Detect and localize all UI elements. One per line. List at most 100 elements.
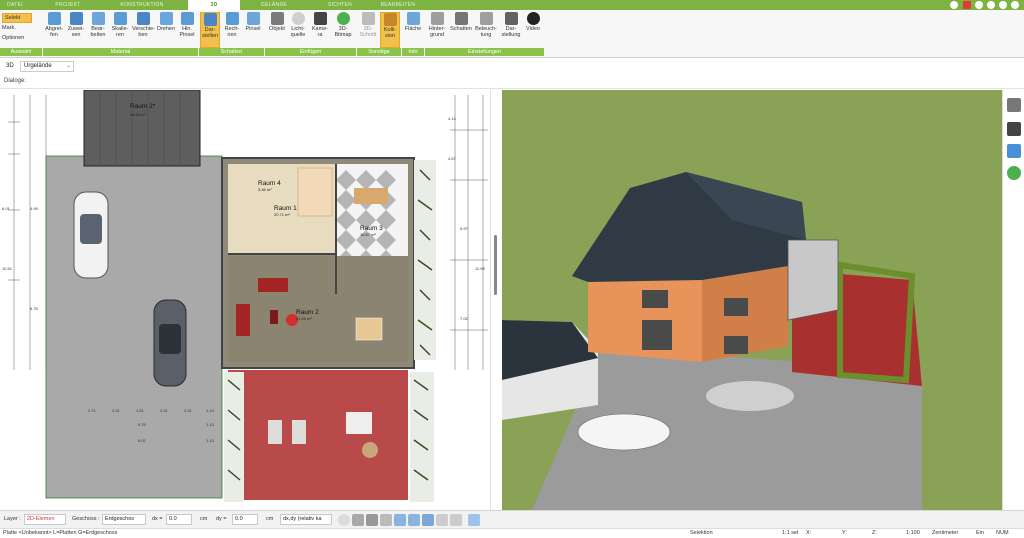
brush-button[interactable]: Hin. Pinsel bbox=[178, 12, 196, 48]
select-button[interactable]: Selekt bbox=[2, 13, 32, 23]
floor-plan-view[interactable]: Raum 2* 26.60 m² Raum 4 3.46 m² Raum 1 2… bbox=[0, 90, 500, 510]
settings-icon[interactable] bbox=[975, 1, 983, 9]
plan-scrollbar[interactable] bbox=[490, 90, 500, 510]
svg-text:4.99: 4.99 bbox=[30, 206, 39, 211]
z-coord-label: Z: bbox=[872, 530, 877, 536]
area-info-button[interactable]: Fläche bbox=[403, 12, 423, 48]
svg-text:2.01: 2.01 bbox=[184, 408, 193, 413]
rotate-material-button[interactable]: Drehen bbox=[156, 12, 176, 48]
chair-icon[interactable] bbox=[1007, 122, 1021, 136]
section-button[interactable]: 3D- Schnitt bbox=[358, 12, 378, 48]
table-icon[interactable] bbox=[436, 514, 448, 526]
pick-material-button[interactable]: Abgrei- fen bbox=[44, 12, 64, 48]
clock-icon[interactable] bbox=[338, 514, 350, 526]
move-material-button[interactable]: Verschie- ben bbox=[132, 12, 155, 48]
dx-input[interactable]: 0.0 bbox=[166, 514, 192, 525]
point-snap-icon[interactable] bbox=[422, 514, 434, 526]
tab-sichten[interactable]: SICHTEN bbox=[320, 1, 360, 10]
play-icon bbox=[526, 12, 540, 25]
3d-white-car bbox=[577, 413, 671, 451]
driveway-area bbox=[45, 155, 223, 499]
svg-text:2.31: 2.31 bbox=[160, 408, 169, 413]
line-snap-icon[interactable] bbox=[394, 514, 406, 526]
group-einfuegen: Einfügen bbox=[265, 48, 356, 56]
insert-object-button[interactable]: Objekt bbox=[266, 12, 288, 48]
room-label-raum-2-star: Raum 2* bbox=[130, 103, 156, 110]
x-coord-label: X: bbox=[806, 530, 812, 536]
svg-text:5.76: 5.76 bbox=[30, 306, 39, 311]
tab-projekt[interactable]: PROJEKT bbox=[48, 1, 88, 10]
info-icon[interactable] bbox=[999, 1, 1007, 9]
svg-text:6.97: 6.97 bbox=[460, 226, 469, 231]
room-label-raum-4: Raum 4 bbox=[258, 180, 281, 187]
layout-icon[interactable] bbox=[450, 514, 462, 526]
grid-icon[interactable] bbox=[352, 514, 364, 526]
scale-material-button[interactable]: Skalie- ren bbox=[110, 12, 130, 48]
lightbulb-icon bbox=[291, 12, 305, 25]
shadow-display-button[interactable]: Dar- stellen bbox=[200, 12, 220, 48]
edit-material-button[interactable]: Bear- beiten bbox=[88, 12, 108, 48]
tab-gelaende[interactable]: GELÄNDE bbox=[254, 1, 294, 10]
dining-table bbox=[355, 317, 383, 341]
assign-material-button[interactable]: Zuwei- sen bbox=[66, 12, 86, 48]
monitor-icon bbox=[504, 12, 518, 25]
y-coord-label: Y: bbox=[842, 530, 847, 536]
dy-unit: cm bbox=[266, 516, 274, 522]
dy-label: dy = bbox=[216, 516, 227, 522]
kitchen-table bbox=[354, 188, 388, 204]
background-button[interactable]: Hinter- grund bbox=[426, 12, 448, 48]
minimize-icon[interactable] bbox=[950, 1, 958, 9]
room-label-raum-3: Raum 3 bbox=[360, 225, 383, 232]
group-sonstige: Sonstige bbox=[357, 48, 401, 56]
shadow-brush-button[interactable]: Pinsel bbox=[244, 12, 262, 48]
insert-camera-button[interactable]: Kame- ra bbox=[310, 12, 330, 48]
layers-icon[interactable] bbox=[1007, 98, 1021, 112]
collision-button[interactable]: Kolli- sion bbox=[380, 12, 400, 48]
scroll-thumb[interactable] bbox=[494, 235, 497, 295]
svg-text:10.51: 10.51 bbox=[2, 266, 13, 271]
insert-light-button[interactable]: Licht- quelle bbox=[288, 12, 308, 48]
3d-balcony bbox=[787, 239, 839, 321]
video-button[interactable]: Video bbox=[524, 12, 542, 48]
terrain-select[interactable]: Urgelände ⌄ bbox=[20, 61, 74, 72]
angle-snap-icon[interactable] bbox=[408, 514, 420, 526]
hedge-right bbox=[414, 160, 436, 360]
chair-icon bbox=[270, 12, 284, 25]
view-mode-label: 3D bbox=[6, 63, 14, 69]
restore-icon[interactable] bbox=[1011, 1, 1019, 9]
layer-select[interactable]: 2D-Elemen bbox=[24, 514, 66, 525]
svg-text:4.67: 4.67 bbox=[448, 156, 457, 161]
materials-icon[interactable] bbox=[1007, 144, 1021, 158]
lighting-button[interactable]: Beleuch- tung bbox=[474, 12, 498, 48]
hedge-left bbox=[224, 372, 244, 502]
shadow-compute-button[interactable]: Rech- nen bbox=[222, 12, 242, 48]
snap-icon[interactable] bbox=[366, 514, 378, 526]
tab-bearbeiten[interactable]: BEARBEITEN bbox=[372, 1, 424, 10]
3d-side-toolbar bbox=[1002, 90, 1024, 510]
3d-view[interactable] bbox=[502, 90, 1002, 510]
close-icon[interactable] bbox=[963, 1, 971, 9]
dy-input[interactable]: 0.0 bbox=[232, 514, 258, 525]
armchair bbox=[236, 304, 250, 336]
tab-datei[interactable]: DATEI bbox=[0, 1, 30, 10]
svg-text:2.01: 2.01 bbox=[112, 408, 121, 413]
status-bar: Layer : 2D-Elemen Geschoss : Erdgeschos … bbox=[0, 510, 1024, 528]
floor-select[interactable]: Erdgeschos bbox=[102, 514, 146, 525]
mark-button[interactable]: Mark. bbox=[2, 24, 16, 32]
selection-label: Selektion bbox=[690, 530, 713, 536]
display-settings-button[interactable]: Dar- stellung bbox=[500, 12, 522, 48]
options-button[interactable]: Optionen bbox=[2, 34, 24, 42]
tab-konstruktion[interactable]: KONSTRUKTION bbox=[112, 1, 172, 10]
group-einstellungen: Einstellungen bbox=[425, 48, 544, 56]
svg-text:1.13: 1.13 bbox=[206, 438, 215, 443]
shadow-settings-button[interactable]: Schatten bbox=[450, 12, 472, 48]
coordinate-mode-select[interactable]: dx,dy (relativ ka bbox=[280, 514, 332, 525]
svg-text:16.57 m²: 16.57 m² bbox=[360, 232, 376, 237]
north-icon[interactable] bbox=[468, 514, 480, 526]
display-icon bbox=[203, 13, 217, 26]
ortho-icon[interactable] bbox=[380, 514, 392, 526]
tab-3d[interactable]: 3D bbox=[188, 0, 240, 10]
insert-bitmap-button[interactable]: 3D- Bitmap bbox=[332, 12, 354, 48]
tree-icon[interactable] bbox=[1007, 166, 1021, 180]
help-icon[interactable] bbox=[987, 1, 995, 9]
